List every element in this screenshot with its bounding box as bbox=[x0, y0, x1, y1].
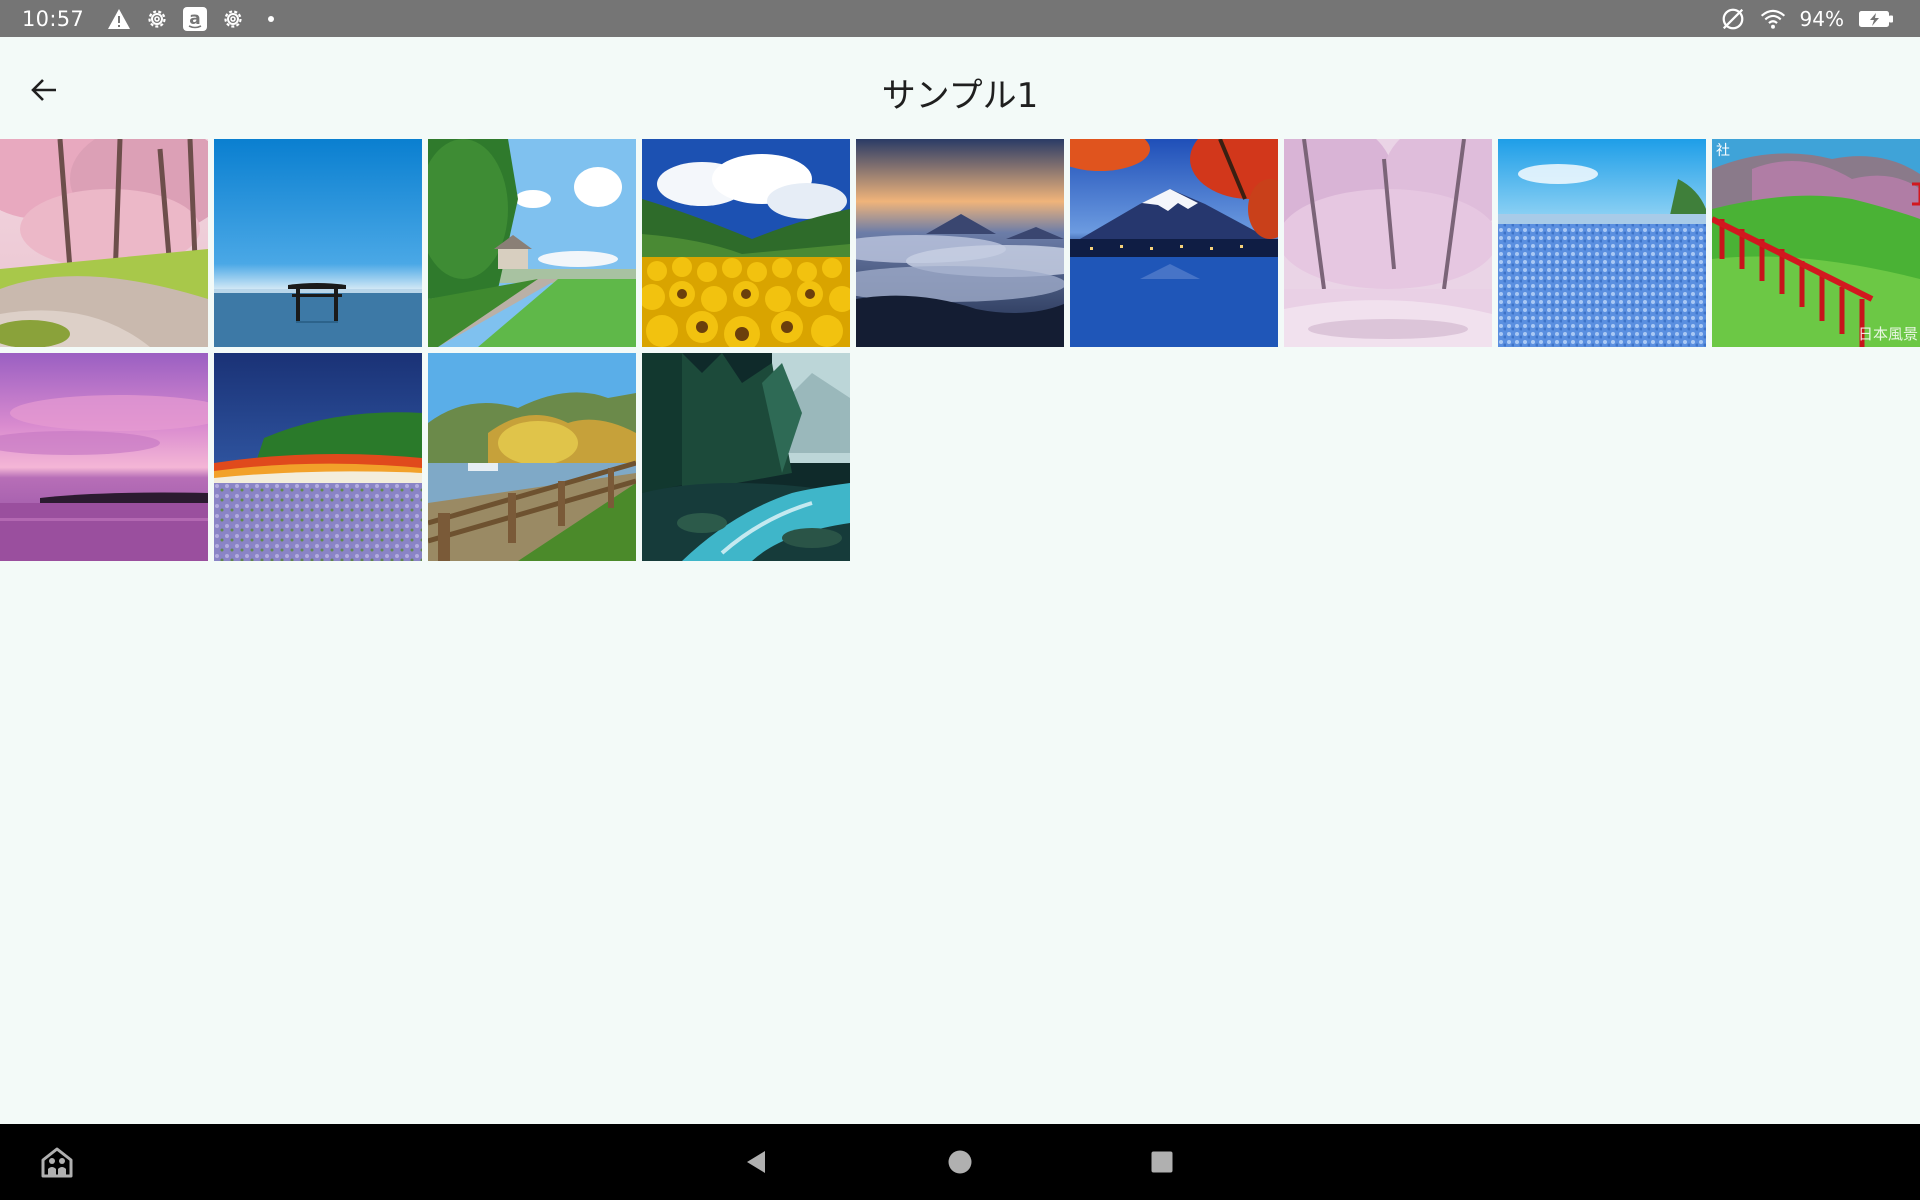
kids-home-button[interactable] bbox=[33, 1138, 81, 1186]
photo-thumbnail-autumn-lake-with-fence[interactable] bbox=[428, 353, 636, 561]
photo-thumbnail-cherry-blossom-tunnel[interactable] bbox=[1284, 139, 1492, 347]
battery-percent: 94% bbox=[1799, 6, 1844, 31]
red-torii-on-green-hill-image: 社 日本風景 bbox=[1712, 139, 1920, 347]
svg-text:社: 社 bbox=[1716, 143, 1730, 159]
photo-thumbnail-flower-field-with-forest[interactable] bbox=[214, 353, 422, 561]
photo-thumbnail-sea-of-clouds-at-dawn[interactable] bbox=[856, 139, 1064, 347]
navigation-bar bbox=[0, 1124, 1920, 1200]
photo-thumbnail-sunflower-field[interactable] bbox=[642, 139, 850, 347]
nav-home-icon bbox=[948, 1150, 972, 1174]
forest-stream-image bbox=[642, 353, 850, 561]
country-road-with-house-image bbox=[428, 139, 636, 347]
photo-thumbnail-torii-gate-in-sea[interactable] bbox=[214, 139, 422, 347]
page-title: サンプル1 bbox=[881, 76, 1039, 116]
nav-recents-button[interactable] bbox=[1138, 1138, 1186, 1186]
photo-thumbnail-forest-stream[interactable] bbox=[642, 353, 850, 561]
photo-thumbnail-country-road-with-house[interactable] bbox=[428, 139, 636, 347]
status-time: 10:57 bbox=[22, 6, 85, 31]
settings-icon bbox=[144, 6, 170, 32]
flower-field-with-forest-image bbox=[214, 353, 422, 561]
photo-thumbnail-purple-sunset-over-sea[interactable] bbox=[0, 353, 208, 561]
torii-gate-in-sea-image bbox=[214, 139, 422, 347]
tile-watermark: 日本風景 bbox=[1858, 325, 1918, 343]
kids-home-icon bbox=[41, 1147, 73, 1178]
wifi-icon bbox=[1760, 6, 1786, 32]
autumn-lake-with-fence-image bbox=[428, 353, 636, 561]
nav-home-button[interactable] bbox=[936, 1138, 984, 1186]
status-bar: 10:57 a 94% bbox=[0, 0, 1920, 37]
nav-back-button[interactable] bbox=[732, 1138, 780, 1186]
battery-charging-icon bbox=[1858, 6, 1894, 32]
photo-thumbnail-red-torii-on-green-hill[interactable]: 社 日本風景 bbox=[1712, 139, 1920, 347]
settings-icon bbox=[220, 6, 246, 32]
sunflower-field-image bbox=[642, 139, 850, 347]
nemophila-field-image bbox=[1498, 139, 1706, 347]
cherry-blossom-path-image bbox=[0, 139, 208, 347]
sync-off-icon bbox=[1720, 6, 1746, 32]
photo-grid: 社 日本風景 bbox=[0, 139, 1920, 561]
photo-thumbnail-nemophila-field[interactable] bbox=[1498, 139, 1706, 347]
dot-icon bbox=[258, 6, 284, 32]
photo-thumbnail-cherry-blossom-path[interactable] bbox=[0, 139, 208, 347]
app-bar: サンプル1 bbox=[0, 37, 1920, 139]
mount-fuji-with-autumn-leaves-image bbox=[1070, 139, 1278, 347]
sea-of-clouds-at-dawn-image bbox=[856, 139, 1064, 347]
warning-icon bbox=[106, 6, 132, 32]
amazon-icon: a bbox=[182, 6, 208, 32]
nav-back-icon bbox=[747, 1151, 765, 1173]
nav-recents-icon bbox=[1151, 1151, 1173, 1173]
photo-thumbnail-mount-fuji-with-autumn-leaves[interactable] bbox=[1070, 139, 1278, 347]
cherry-blossom-tunnel-image bbox=[1284, 139, 1492, 347]
purple-sunset-over-sea-image bbox=[0, 353, 208, 561]
